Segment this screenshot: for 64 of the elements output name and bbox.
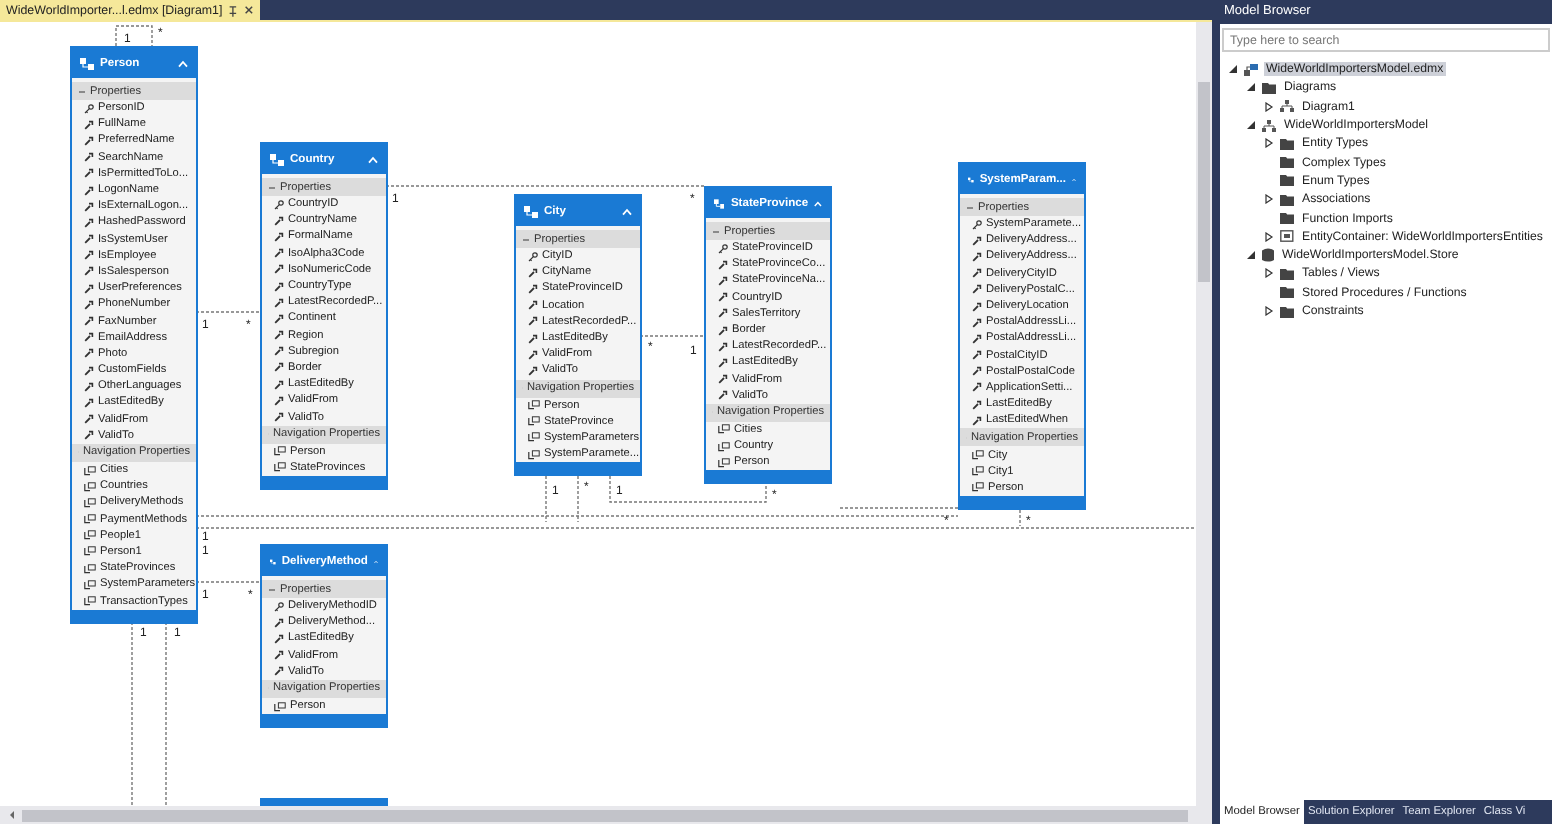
navigation-icon: [718, 457, 730, 468]
collapse-icon[interactable]: [712, 227, 720, 235]
model-file-icon: [1244, 63, 1258, 76]
vertical-scrollbar[interactable]: [1196, 22, 1212, 806]
collapse-icon[interactable]: [966, 203, 974, 211]
container-icon: [1280, 230, 1294, 243]
navigation-icon: [84, 563, 96, 574]
navigation-icon: [84, 514, 96, 525]
database-icon: [1262, 248, 1274, 263]
collapse-icon[interactable]: [78, 87, 86, 95]
entity-card[interactable]: [704, 186, 832, 485]
navigation-icon: [528, 432, 540, 443]
collapse-icon[interactable]: [268, 183, 276, 191]
navigation-icon: [84, 497, 96, 508]
navigation-icon: [84, 481, 96, 492]
close-icon[interactable]: [244, 4, 254, 16]
hierarchy-icon: [1280, 100, 1294, 113]
navigation-icon: [274, 462, 286, 473]
navigation-icon: [972, 450, 984, 461]
entity-icon: [714, 197, 725, 209]
collapsed-arrow-icon[interactable]: [1264, 231, 1274, 242]
entity-icon: [968, 173, 974, 185]
hierarchy-icon: [1262, 119, 1276, 132]
navigation-icon: [972, 482, 984, 493]
connector-line: [639, 335, 705, 337]
entity-icon: [270, 153, 284, 165]
entity-icon: [270, 555, 276, 567]
navigation-icon: [84, 530, 96, 541]
collapse-icon[interactable]: [522, 235, 530, 243]
collapsed-arrow-icon[interactable]: [1264, 101, 1274, 112]
navigation-icon: [718, 441, 730, 452]
entity-card[interactable]: [70, 46, 198, 624]
pin-icon[interactable]: [228, 3, 239, 17]
navigation-icon: [84, 465, 96, 476]
connector-line: [115, 25, 153, 47]
expanded-arrow-icon[interactable]: [1246, 82, 1256, 93]
collapsed-arrow-icon[interactable]: [1264, 268, 1274, 279]
expanded-arrow-icon[interactable]: [1246, 250, 1256, 261]
expanded-arrow-icon[interactable]: [1246, 120, 1256, 131]
connector-line: [195, 581, 261, 583]
navigation-icon: [274, 446, 286, 457]
horizontal-scrollbar[interactable]: [0, 806, 1212, 824]
navigation-icon: [528, 400, 540, 411]
entity-card[interactable]: [260, 142, 388, 490]
navigation-icon: [274, 701, 286, 712]
navigation-icon: [84, 579, 96, 590]
connector-line: [195, 311, 261, 313]
navigation-icon: [84, 546, 96, 557]
collapsed-arrow-icon[interactable]: [1264, 138, 1274, 149]
collapsed-arrow-icon[interactable]: [1264, 306, 1274, 316]
expanded-arrow-icon[interactable]: [1228, 64, 1238, 75]
entity-card[interactable]: [958, 162, 1086, 510]
entity-icon: [524, 205, 538, 217]
navigation-icon: [528, 449, 540, 460]
navigation-icon: [972, 466, 984, 477]
connector-line: [839, 507, 959, 509]
collapsed-arrow-icon[interactable]: [1264, 194, 1274, 205]
scroll-left-icon[interactable]: [8, 810, 16, 820]
navigation-icon: [528, 416, 540, 427]
navigation-icon: [718, 424, 730, 435]
collapse-icon[interactable]: [268, 585, 276, 593]
entity-icon: [80, 57, 94, 69]
navigation-icon: [84, 596, 96, 607]
folder-icon: [1262, 81, 1276, 94]
